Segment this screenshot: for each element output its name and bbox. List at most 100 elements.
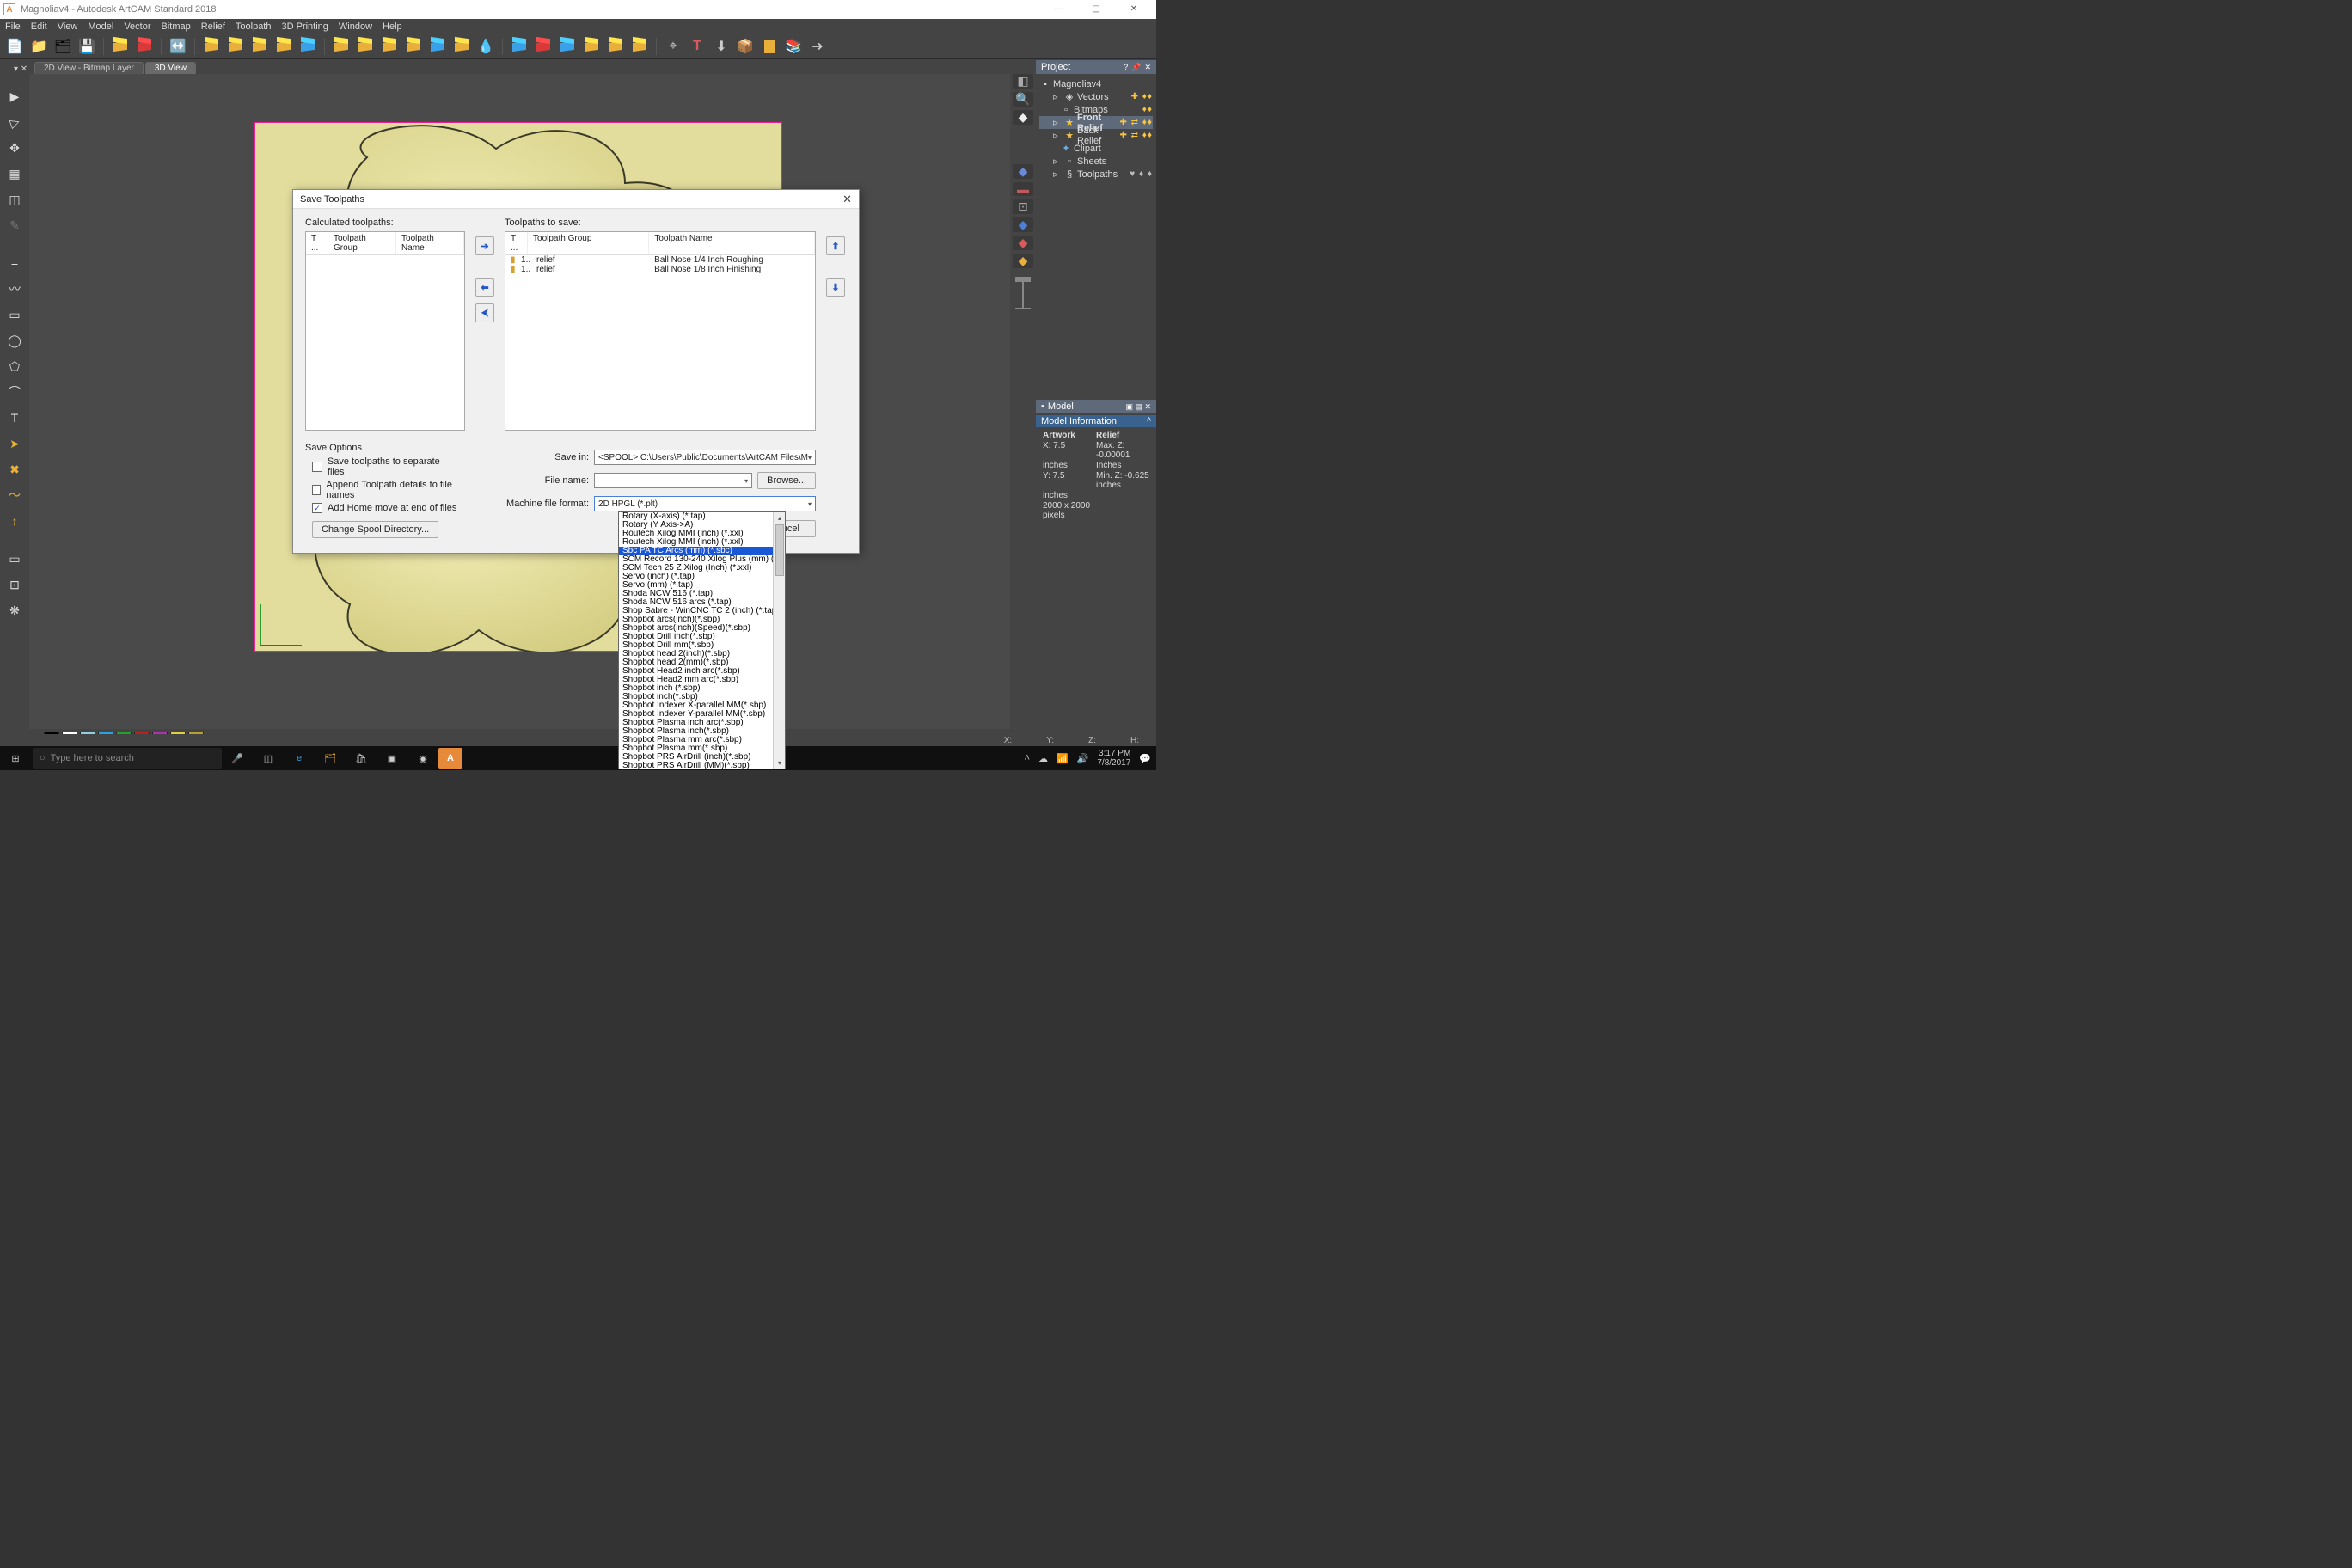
toolbar-icon[interactable] [111, 37, 130, 56]
dim-tool-icon[interactable]: ↕ [6, 512, 23, 530]
dropdown-option[interactable]: SCM Tech 25 Z Xilog (Inch) (*.xxl) [619, 564, 785, 573]
toolbar-icon[interactable]: 📚 [784, 37, 803, 56]
toolbar-icon[interactable] [380, 37, 399, 56]
calculated-toolpaths-list[interactable]: T ... Toolpath Group Toolpath Name [305, 231, 465, 431]
menu-window[interactable]: Window [339, 21, 372, 32]
machine-format-dropdown[interactable]: Rotary (X-axis) (*.tap)Rotary (Y Axis->A… [618, 511, 786, 769]
grid-tool-icon[interactable]: ▦ [6, 165, 23, 182]
toolbar-icon[interactable] [558, 37, 577, 56]
tray-notifications-icon[interactable]: 💬 [1139, 753, 1151, 764]
rect-tool-icon[interactable]: ▭ [6, 306, 23, 323]
menu-3d-printing[interactable]: 3D Printing [281, 21, 328, 32]
change-spool-button[interactable]: Change Spool Directory... [312, 521, 438, 538]
toolbar-icon[interactable] [202, 37, 221, 56]
scroll-up-icon[interactable]: ▴ [774, 512, 786, 524]
dialog-title-bar[interactable]: Save Toolpaths ✕ [293, 190, 859, 209]
rp-cube-icon[interactable]: ◧ [1013, 74, 1033, 89]
dropdown-option[interactable]: Routech Xilog MMI (inch) (*.xxl) [619, 530, 785, 538]
dropdown-option[interactable]: Shopbot Plasma inch(*.sbp) [619, 727, 785, 736]
dropdown-option[interactable]: Shopbot Drill inch(*.sbp) [619, 633, 785, 641]
chk-home-move[interactable]: ✓Add Home move at end of files [312, 503, 458, 513]
tray-wifi-icon[interactable]: 📶 [1057, 753, 1069, 764]
tray-cloud-icon[interactable]: ☁ [1038, 753, 1048, 764]
select-tool-icon[interactable]: ▶ [6, 88, 23, 105]
toolbar-icon[interactable] [298, 37, 317, 56]
tree-item[interactable]: ▹▫Sheets [1039, 155, 1153, 168]
menu-toolpath[interactable]: Toolpath [236, 21, 272, 32]
dropdown-option[interactable]: Shopbot inch(*.sbp) [619, 693, 785, 701]
toolbar-icon[interactable] [428, 37, 447, 56]
toolbar-icon[interactable] [332, 37, 351, 56]
tree-item[interactable]: ✦Clipart [1039, 142, 1153, 155]
dropdown-option[interactable]: Shopbot Drill mm(*.sbp) [619, 641, 785, 650]
toolbar-icon[interactable] [250, 37, 269, 56]
rp-layer-icon[interactable]: ◆ [1013, 110, 1033, 125]
draw-tool-icon[interactable]: ✎ [6, 217, 23, 234]
explorer-icon[interactable]: 🗂 [315, 746, 346, 770]
move-all-left-button[interactable]: ⮜ [475, 303, 494, 322]
rp-icon[interactable]: ◆ [1013, 217, 1033, 232]
file-name-input[interactable]: ▾ [594, 473, 752, 488]
project-panel-header[interactable]: Project ?📌✕ [1036, 60, 1156, 74]
edge-icon[interactable]: e [284, 746, 315, 770]
toolbar-icon[interactable] [135, 37, 154, 56]
list-item[interactable]: ▮1.. relief Ball Nose 1/8 Inch Finishing [505, 265, 815, 274]
arc-tool-icon[interactable]: ⌒ [6, 383, 23, 401]
curve2-tool-icon[interactable]: 〜 [6, 487, 23, 504]
dropdown-option[interactable]: Shopbot Plasma inch arc(*.sbp) [619, 719, 785, 727]
toolbar-icon[interactable] [356, 37, 375, 56]
dropdown-option[interactable]: Shop Sabre - WinCNC TC 2 (inch) (*.tap) [619, 607, 785, 616]
move-right-button[interactable]: ➔ [475, 236, 494, 255]
close-window-button[interactable]: ✕ [1115, 1, 1153, 18]
rp-slider[interactable] [1013, 277, 1033, 309]
artcam-taskbar-icon[interactable]: A [438, 748, 462, 769]
dropdown-scrollbar[interactable]: ▴ ▾ [773, 512, 785, 769]
store-icon[interactable]: 🛍 [346, 746, 377, 770]
list-item[interactable]: ▮1.. relief Ball Nose 1/4 Inch Roughing [505, 255, 815, 265]
dropdown-option[interactable]: SCM Record 130-240 Xilog Plus (mm) (*.xx… [619, 555, 785, 564]
toolbar-icon[interactable] [404, 37, 423, 56]
tray-up-icon[interactable]: ˄ [1025, 753, 1030, 763]
tree-item[interactable]: ▹★Back Relief✚ ⇄ ♦♦ [1039, 129, 1153, 142]
tab-close-controls[interactable]: ▾ ✕ [14, 64, 28, 74]
measure-tool-icon[interactable]: ◫ [6, 191, 23, 208]
cortana-mic-icon[interactable]: 🎤 [222, 746, 253, 770]
rp-icon[interactable]: ▬ [1013, 182, 1033, 196]
chrome-icon[interactable]: ◉ [407, 746, 438, 770]
menu-file[interactable]: File [5, 21, 21, 32]
dropdown-option[interactable]: Shopbot inch (*.sbp) [619, 684, 785, 693]
line-tool-icon[interactable]: ⎯ [6, 254, 23, 272]
gear-tool-icon[interactable]: ❋ [6, 602, 23, 619]
toolbar-icon[interactable] [582, 37, 601, 56]
cross-tool-icon[interactable]: ✖ [6, 461, 23, 478]
dropdown-option[interactable]: Rotary (X-axis) (*.tap) [619, 512, 785, 521]
toolbar-icon[interactable] [760, 37, 779, 56]
menu-view[interactable]: View [58, 21, 78, 32]
project-tree[interactable]: ▪Magnoliav4 ▹◈Vectors✚ ♦♦ ▫Bitmaps♦♦ ▹★F… [1036, 74, 1156, 184]
rp-search-icon[interactable]: 🔍 [1013, 92, 1033, 107]
model-info-header[interactable]: Model Information^ [1036, 415, 1156, 427]
dropdown-option[interactable]: Shopbot arcs(inch)(*.sbp) [619, 616, 785, 624]
arrow-tool-icon[interactable]: ➤ [6, 435, 23, 452]
menu-bitmap[interactable]: Bitmap [162, 21, 191, 32]
minimize-button[interactable]: — [1039, 1, 1077, 18]
model-panel-header[interactable]: ▪ Model▣ ▤ ✕ [1036, 400, 1156, 413]
menu-help[interactable]: Help [383, 21, 402, 32]
toolbar-icon[interactable]: 📦 [736, 37, 755, 56]
sheet-tool-icon[interactable]: ▭ [6, 550, 23, 567]
move-tool-icon[interactable]: ✥ [6, 139, 23, 156]
node-tool-icon[interactable]: ▷ [3, 111, 26, 133]
dropdown-option[interactable]: Shopbot arcs(inch)(Speed)(*.sbp) [619, 624, 785, 633]
dropdown-option[interactable]: Shopbot Plasma mm arc(*.sbp) [619, 736, 785, 744]
dropdown-option[interactable]: Routech Xilog MMI (inch) (*.xxl) [619, 538, 785, 547]
dropdown-option[interactable]: Shoda NCW 516 (*.tap) [619, 590, 785, 598]
toolbar-icon[interactable]: 🗂 [53, 37, 72, 56]
nest-tool-icon[interactable]: ⊡ [6, 576, 23, 593]
dropdown-option[interactable]: Shopbot PRS AirDrill (inch)(*.sbp) [619, 753, 785, 762]
toolbar-icon[interactable]: 📄 [5, 37, 24, 56]
move-up-button[interactable]: ⬆ [826, 236, 845, 255]
rp-icon[interactable]: ◆ [1013, 236, 1033, 250]
dropdown-option[interactable]: Shopbot Indexer Y-parallel MM(*.sbp) [619, 710, 785, 719]
browse-button[interactable]: Browse... [757, 472, 816, 489]
text-tool-icon[interactable]: T [6, 409, 23, 426]
